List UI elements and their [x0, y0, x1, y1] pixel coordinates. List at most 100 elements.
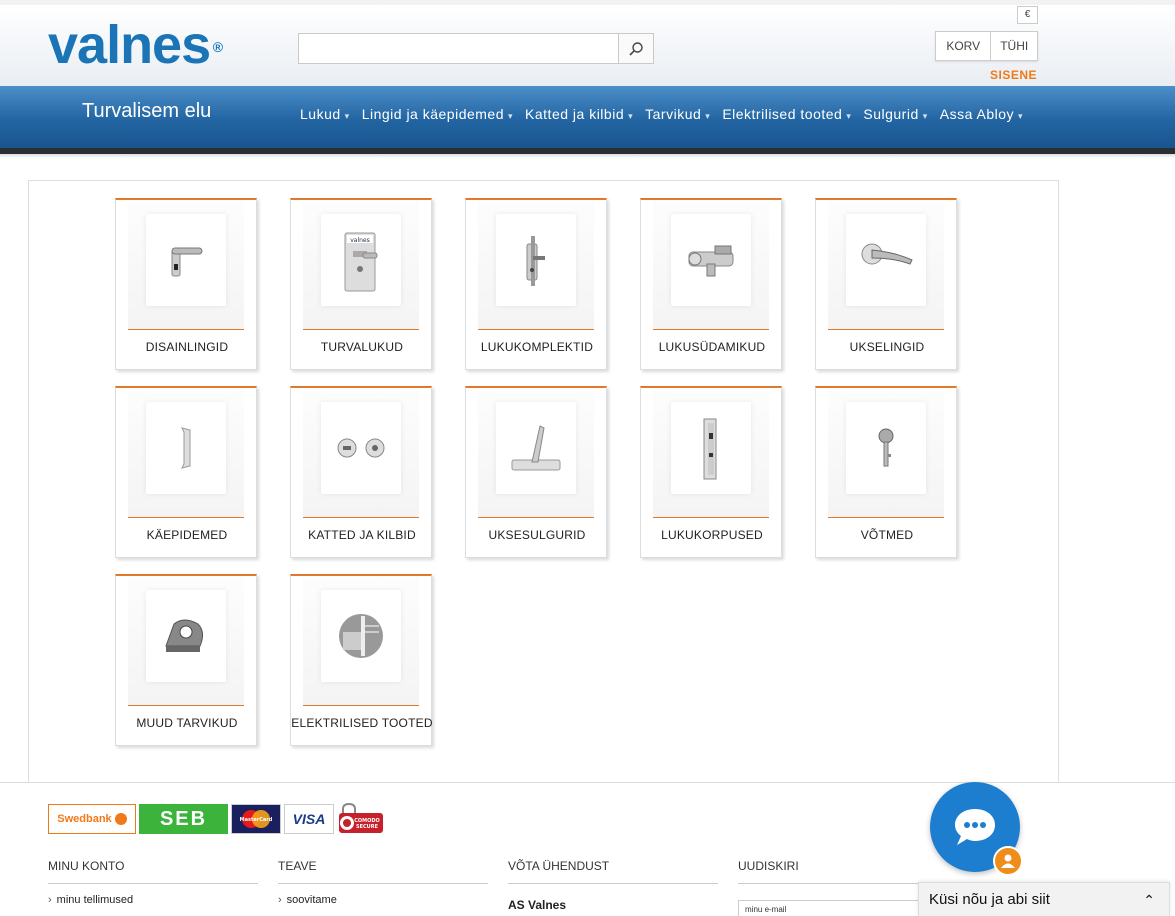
- nav-shadow: [0, 154, 1175, 158]
- logo-text: valnes: [48, 15, 211, 75]
- category-label: MUUD TARVIKUD: [136, 716, 238, 730]
- footer-column-contact: VÕTA ÜHENDUST AS Valnes: [508, 859, 718, 912]
- chat-icon: [955, 809, 995, 845]
- category-label: VÕTMED: [860, 528, 914, 542]
- nav-item-sulgurid[interactable]: Sulgurid ▾: [863, 106, 927, 122]
- category-label: LUKUKORPUSED: [661, 528, 763, 542]
- newsletter-email-field[interactable]: minu e-mail: [738, 900, 928, 916]
- nav-item-assa-abloy[interactable]: Assa Abloy ▾: [940, 106, 1023, 122]
- search-icon: [629, 41, 643, 56]
- nav-item-label: Elektrilised tooted: [722, 106, 843, 122]
- footer-column-info: TEAVE soovitame: [278, 859, 488, 906]
- category-image: valnes: [303, 200, 419, 330]
- lock-body-icon: [703, 418, 717, 480]
- category-tile[interactable]: KATTED JA KILBID: [290, 386, 432, 558]
- registered-mark: ®: [212, 39, 223, 55]
- mastercard-circles-icon: MasterCard: [240, 810, 273, 828]
- category-image: [653, 388, 769, 518]
- svg-text:SECURE: SECURE: [356, 824, 379, 830]
- category-tile[interactable]: VÕTMED: [815, 386, 957, 558]
- category-image: [478, 388, 594, 518]
- nav-item-katted[interactable]: Katted ja kilbid ▾: [525, 106, 633, 122]
- search-input[interactable]: [299, 34, 619, 63]
- nav-item-lukud[interactable]: Lukud ▾: [300, 106, 350, 122]
- mastercard-logo: MasterCard: [231, 804, 281, 834]
- chevron-down-icon: ▾: [1018, 111, 1024, 121]
- nav-item-lingid[interactable]: Lingid ja käepidemed ▾: [362, 106, 513, 122]
- chevron-down-icon: ▾: [508, 111, 514, 121]
- chevron-down-icon: ▾: [846, 111, 852, 121]
- nav-item-label: Lukud: [300, 106, 341, 122]
- lock-cylinder-icon: [681, 230, 741, 290]
- footer-link[interactable]: soovitame: [278, 894, 488, 906]
- currency-selector[interactable]: €: [1017, 6, 1038, 24]
- key-icon: [857, 419, 915, 477]
- category-tile[interactable]: LUKUKORPUSED: [640, 386, 782, 558]
- category-tile[interactable]: KÄEPIDEMED: [115, 386, 257, 558]
- category-label: UKSESULGURID: [488, 528, 586, 542]
- nav-item-label: Tarvikud: [645, 106, 702, 122]
- nav-item-label: Sulgurid: [863, 106, 919, 122]
- login-link[interactable]: SISENE: [990, 68, 1037, 82]
- svg-text:MasterCard: MasterCard: [240, 817, 273, 823]
- category-tile[interactable]: UKSESULGURID: [465, 386, 607, 558]
- category-label: ELEKTRILISED TOOTED: [291, 716, 433, 730]
- payment-methods: Swedbank SEB MasterCard VISA COMODO SECUR…: [48, 803, 385, 835]
- nav-item-tarvikud[interactable]: Tarvikud ▾: [645, 106, 710, 122]
- footer-column-account: MINU KONTO minu tellimused: [48, 859, 258, 906]
- footer-heading: TEAVE: [278, 859, 488, 884]
- category-tile[interactable]: MUUD TARVIKUD: [115, 574, 257, 746]
- header: valnes ® € KORV TÜHI SISENE: [0, 0, 1175, 86]
- category-label: KATTED JA KILBID: [308, 528, 416, 542]
- chat-bar[interactable]: Küsi nõu ja abi siit ⌃: [918, 882, 1170, 916]
- chevron-up-icon[interactable]: ⌃: [1143, 892, 1155, 909]
- chevron-down-icon: ▾: [628, 111, 634, 121]
- nav-item-label: Assa Abloy: [939, 106, 1015, 122]
- user-icon: [1001, 854, 1015, 868]
- footer-heading: MINU KONTO: [48, 859, 258, 884]
- lever-handle-icon: [856, 230, 916, 290]
- chat-bar-label: Küsi nõu ja abi siit: [929, 891, 1050, 908]
- door-stop-icon: [156, 606, 216, 666]
- category-image: [828, 200, 944, 330]
- svg-text:valnes: valnes: [350, 237, 370, 244]
- footer-heading: VÕTA ÜHENDUST: [508, 859, 718, 884]
- nav-item-label: Lingid ja käepidemed: [361, 106, 505, 122]
- category-image: [303, 388, 419, 518]
- electric-strike-icon: [331, 606, 391, 666]
- chevron-down-icon: ▾: [705, 111, 711, 121]
- category-tile[interactable]: DISAINLINGID: [115, 198, 257, 370]
- valnes-logo[interactable]: valnes ®: [48, 15, 223, 75]
- comodo-secure-badge: COMODO SECURE: [337, 803, 385, 835]
- chevron-down-icon: ▾: [922, 111, 928, 121]
- cart-label[interactable]: KORV: [936, 32, 992, 60]
- cart-status: TÜHI: [1000, 39, 1029, 53]
- footer-link[interactable]: minu tellimused: [48, 894, 258, 906]
- company-name: AS Valnes: [508, 898, 567, 912]
- search-button[interactable]: [618, 34, 653, 63]
- category-tile[interactable]: LUKUSÜDAMIKUD: [640, 198, 782, 370]
- swedbank-label: Swedbank: [57, 813, 112, 825]
- category-image: [128, 576, 244, 706]
- nav-item-elektrilised[interactable]: Elektrilised tooted ▾: [722, 106, 851, 122]
- category-grid: DISAINLINGID valnes TURVALUKUD LUKUKOMPL…: [28, 180, 1059, 782]
- category-tile[interactable]: ELEKTRILISED TOOTED: [290, 574, 433, 746]
- nav-item-label: Katted ja kilbid: [525, 106, 625, 122]
- tagline: Turvalisem elu: [82, 100, 212, 122]
- cart[interactable]: KORV TÜHI: [935, 31, 1038, 61]
- category-image: [303, 576, 419, 706]
- seb-logo: SEB: [139, 804, 228, 834]
- category-label: DISAINLINGID: [145, 340, 229, 354]
- swedbank-logo: Swedbank: [48, 804, 136, 834]
- security-lock-icon: valnes: [344, 232, 378, 292]
- category-label: TURVALUKUD: [320, 340, 404, 354]
- category-tile[interactable]: LUKUKOMPLEKTID: [465, 198, 607, 370]
- category-image: [128, 200, 244, 330]
- chat-agent-badge: [993, 846, 1023, 876]
- door-handle-icon: [157, 231, 215, 289]
- category-image: [128, 388, 244, 518]
- category-tile[interactable]: valnes TURVALUKUD: [290, 198, 432, 370]
- category-image: [653, 200, 769, 330]
- category-tile[interactable]: UKSELINGID: [815, 198, 957, 370]
- door-closer-icon: [511, 425, 561, 471]
